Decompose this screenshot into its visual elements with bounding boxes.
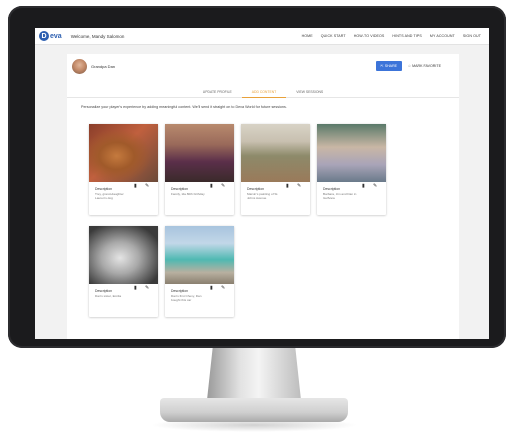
pencil-icon[interactable]: ✎	[373, 184, 377, 189]
trash-icon[interactable]: ▮	[210, 184, 213, 189]
content-card[interactable]: Description Barbara, Jim and Dan in Gulf…	[317, 124, 386, 215]
pencil-icon[interactable]: ✎	[221, 184, 225, 189]
welcome-text: Welcome, Mandy Salomon	[70, 33, 125, 39]
photo-painting[interactable]	[241, 124, 310, 182]
mark-favorite-button[interactable]: ☆ MARK FAVORITE	[408, 64, 441, 68]
photo-family[interactable]	[165, 124, 234, 182]
tab-bar: UPDATE PROFILE ADD CONTENT VIEW SESSIONS	[67, 88, 459, 98]
share-button[interactable]: ⇱ SHARE	[375, 61, 402, 71]
monitor-bezel: D eva Welcome, Mandy Salomon HOME QUICK …	[8, 6, 506, 348]
photo-car[interactable]	[165, 226, 234, 284]
card-description-label: Description	[323, 187, 340, 191]
avatar	[72, 58, 87, 74]
card-description-text: Dan's first Chevy, Dan bought this car	[171, 294, 202, 303]
pencil-icon[interactable]: ✎	[221, 286, 225, 291]
content-card[interactable]: Description Trey, grand-daughter Lauren'…	[89, 124, 158, 215]
content-card[interactable]: Description Dan's first Chevy, Dan bough…	[165, 226, 234, 317]
nav-my-account[interactable]: MY ACCOUNT	[430, 34, 455, 38]
pencil-icon[interactable]: ✎	[145, 286, 149, 291]
trash-icon[interactable]: ▮	[210, 286, 213, 291]
logo-text: eva	[50, 32, 62, 40]
monitor-base	[160, 398, 348, 422]
card-description-label: Description	[171, 289, 188, 293]
profile-row: Grandpa Dan ⇱ SHARE ☆ MARK FAVORITE	[67, 54, 459, 78]
tab-view-sessions[interactable]: VIEW SESSIONS	[286, 88, 333, 98]
card-description-text: Marvin's painting of St. Johns Avenue	[247, 192, 279, 201]
content-card[interactable]: Description Dan's sister, Emilia ▮ ✎	[89, 226, 158, 317]
screen: D eva Welcome, Mandy Salomon HOME QUICK …	[35, 28, 489, 339]
trash-icon[interactable]: ▮	[134, 184, 137, 189]
pencil-icon[interactable]: ✎	[297, 184, 301, 189]
tab-update-profile[interactable]: UPDATE PROFILE	[193, 88, 242, 98]
deva-logo[interactable]: D eva	[39, 31, 62, 41]
nav-sign-out[interactable]: SIGN OUT	[463, 34, 481, 38]
card-description-label: Description	[95, 289, 112, 293]
content-panel: Grandpa Dan ⇱ SHARE ☆ MARK FAVORITE UPDA…	[67, 54, 459, 339]
nav-how-to-videos[interactable]: HOW-TO VIDEOS	[354, 34, 385, 38]
pencil-icon[interactable]: ✎	[145, 184, 149, 189]
trash-icon[interactable]: ▮	[362, 184, 365, 189]
desktop-monitor-illustration: D eva Welcome, Mandy Salomon HOME QUICK …	[0, 0, 510, 443]
card-description-label: Description	[247, 187, 264, 191]
photo-friends[interactable]	[317, 124, 386, 182]
trash-icon[interactable]: ▮	[134, 286, 137, 291]
content-card[interactable]: Description Marvin's painting of St. Joh…	[241, 124, 310, 215]
tab-add-content[interactable]: ADD CONTENT	[241, 88, 287, 98]
photo-portrait[interactable]	[89, 226, 158, 284]
card-description-text: Family, Ida 80th birthday	[171, 192, 205, 196]
share-icon: ⇱	[380, 64, 384, 68]
nav-home[interactable]: HOME	[302, 34, 313, 38]
profile-name: Grandpa Dan	[91, 63, 116, 69]
trash-icon[interactable]: ▮	[286, 184, 289, 189]
star-icon: ☆	[407, 64, 412, 68]
content-card[interactable]: Description Family, Ida 80th birthday ▮ …	[165, 124, 234, 215]
card-description-text: Dan's sister, Emilia	[95, 294, 122, 298]
card-description-text: Barbara, Jim and Dan in Gulfview	[323, 192, 357, 201]
card-description-text: Trey, grand-daughter Lauren's dog	[95, 192, 124, 201]
top-navigation-bar: D eva Welcome, Mandy Salomon HOME QUICK …	[35, 28, 489, 45]
mark-favorite-label: MARK FAVORITE	[412, 64, 441, 68]
monitor-neck	[207, 348, 301, 400]
main-nav: HOME QUICK START HOW-TO VIDEOS HINTS AND…	[302, 34, 481, 38]
card-description-label: Description	[171, 187, 188, 191]
nav-quick-start[interactable]: QUICK START	[321, 34, 346, 38]
logo-mark: D	[39, 31, 49, 41]
nav-hints-and-tips[interactable]: HINTS AND TIPS	[392, 34, 422, 38]
share-button-label: SHARE	[384, 64, 398, 68]
intro-text: Personalize your player's experience by …	[81, 105, 287, 109]
card-description-label: Description	[95, 187, 112, 191]
photo-dog[interactable]	[89, 124, 158, 182]
